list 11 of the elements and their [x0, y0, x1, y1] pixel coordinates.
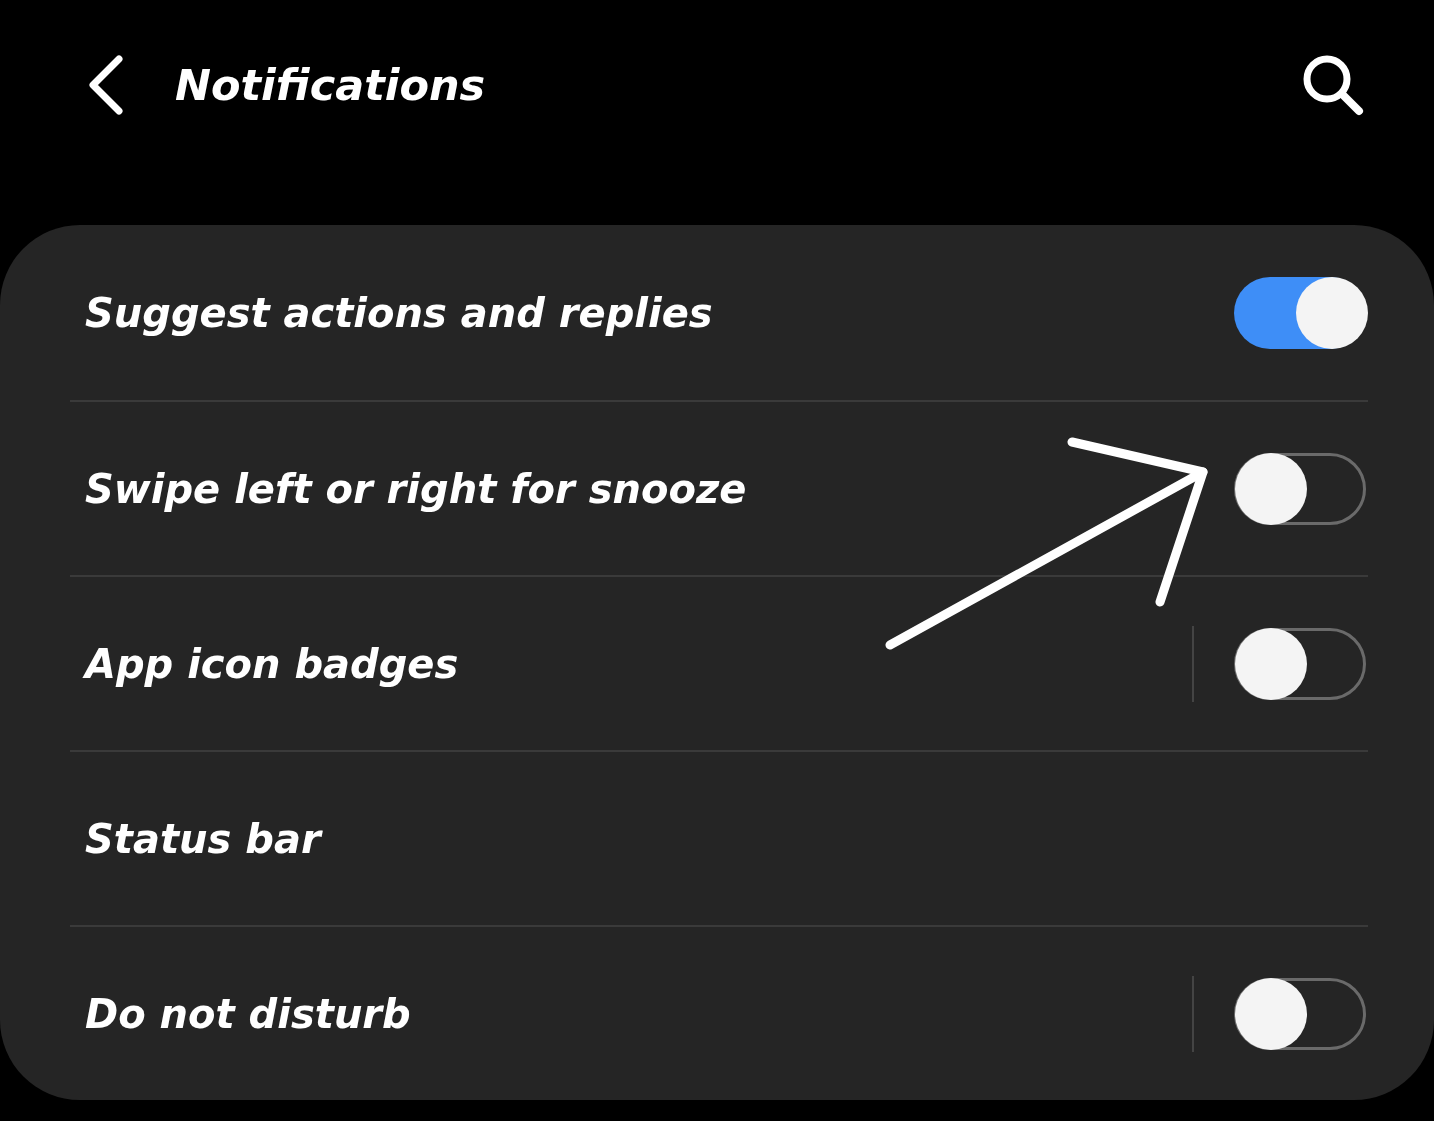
toggle-switch[interactable]: [1234, 276, 1366, 349]
setting-label[interactable]: App icon badges: [70, 640, 1192, 687]
toggle-switch[interactable]: [1234, 977, 1366, 1050]
setting-label[interactable]: Swipe left or right for snooze: [70, 465, 1234, 512]
toggle-switch[interactable]: [1234, 627, 1366, 700]
setting-label[interactable]: Suggest actions and replies: [70, 289, 1234, 336]
screen-title: Notifications: [175, 60, 487, 110]
search-icon[interactable]: [1302, 54, 1364, 116]
toggle-switch[interactable]: [1234, 452, 1366, 525]
setting-label[interactable]: Status bar: [70, 815, 1368, 862]
setting-label[interactable]: Do not disturb: [70, 990, 1192, 1037]
